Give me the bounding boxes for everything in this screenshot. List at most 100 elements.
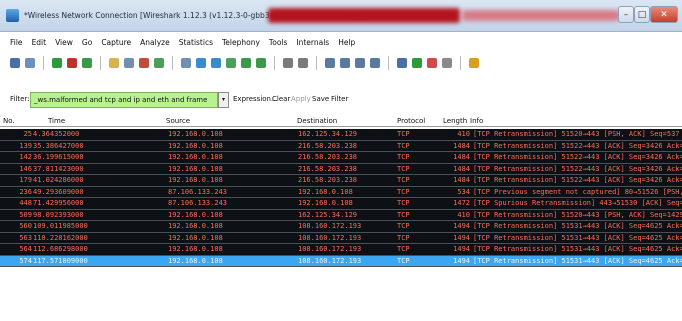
packet-cell-proto: TCP	[397, 233, 410, 242]
filter-button[interactable]: Filter	[331, 95, 348, 103]
open-file-icon[interactable]	[109, 58, 119, 68]
packet-row[interactable]: 236 49.293609000 87.106.133.243 192.168.0.1…	[0, 186, 682, 198]
packet-cell-info: [TCP Previous segment not captured] 80→5…	[473, 187, 682, 196]
menu-item-go[interactable]: Go	[82, 36, 92, 50]
column-header-protocol[interactable]: Protocol	[397, 117, 425, 125]
display-filters-icon[interactable]	[412, 58, 422, 68]
packet-cell-len: 1484	[453, 176, 470, 184]
start-capture-icon[interactable]	[52, 58, 62, 68]
column-header-no[interactable]: No.	[3, 117, 15, 125]
menu-item-edit[interactable]: Edit	[32, 36, 47, 50]
packet-cell-proto: TCP	[397, 199, 410, 207]
packet-cell-proto: TCP	[397, 187, 410, 196]
find-packet-icon[interactable]	[181, 58, 191, 68]
packet-cell-len: 1494	[453, 222, 470, 230]
menu-item-tools[interactable]: Tools	[269, 36, 287, 50]
column-header-destination[interactable]: Destination	[297, 117, 337, 125]
packet-row[interactable]: 563 110.228162000 192.168.0.108 108.160.172…	[0, 232, 682, 244]
maximize-button[interactable]: □	[634, 6, 650, 23]
filter-dropdown-button[interactable]: ▾	[218, 92, 229, 108]
minimize-button[interactable]: –	[618, 6, 634, 23]
save-filter-button[interactable]: Save	[312, 95, 329, 103]
close-file-icon[interactable]	[139, 58, 149, 68]
packet-cell-len: 1484	[453, 153, 470, 161]
go-forward-icon[interactable]	[211, 58, 221, 68]
packet-row[interactable]: 448 71.429956000 87.106.133.243 192.168.0.1…	[0, 198, 682, 210]
packet-cell-dst: 192.168.0.108	[298, 199, 353, 207]
expression-button[interactable]: Expression...	[233, 95, 278, 103]
packet-row[interactable]: 179 41.024286000 192.168.0.108 216.58.203.2…	[0, 175, 682, 187]
menu-item-file[interactable]: File	[10, 36, 23, 50]
packet-cell-time: 37.811423000	[33, 164, 84, 173]
packet-cell-no: 564	[19, 245, 32, 253]
menu-item-statistics[interactable]: Statistics	[179, 36, 213, 50]
go-to-packet-icon[interactable]	[226, 58, 236, 68]
colorize-icon[interactable]	[283, 58, 293, 68]
packet-cell-info: [TCP Retransmission] 51531→443 [ACK] Seq…	[473, 233, 682, 242]
packet-cell-info: [TCP Retransmission] 51522→443 [ACK] Seq…	[473, 141, 682, 150]
capture-options-icon[interactable]	[25, 58, 35, 68]
save-file-icon[interactable]	[124, 58, 134, 68]
zoom-in-icon[interactable]	[325, 58, 335, 68]
go-last-icon[interactable]	[256, 58, 266, 68]
packet-row[interactable]: 560 109.011985000 192.168.0.108 108.160.172…	[0, 221, 682, 233]
clear-button[interactable]: Clear	[272, 95, 290, 103]
packet-row[interactable]: 146 37.811423000 192.168.0.108 216.58.203.2…	[0, 163, 682, 175]
zoom-out-icon[interactable]	[340, 58, 350, 68]
apply-button[interactable]: Apply	[291, 95, 311, 103]
column-header-info[interactable]: Info	[470, 117, 483, 125]
packet-cell-no: 139	[19, 141, 32, 150]
packet-cell-info: [TCP Retransmission] 51531→443 [ACK] Seq…	[473, 222, 682, 230]
menu-item-analyze[interactable]: Analyze	[140, 36, 170, 50]
main-toolbar	[0, 52, 682, 74]
display-filter-input[interactable]: _ws.malformed and tcp and ip and eth and…	[30, 92, 218, 108]
packet-cell-no: 142	[19, 153, 32, 161]
packet-cell-src: 87.106.133.243	[168, 187, 228, 196]
packet-cell-proto: TCP	[397, 176, 410, 184]
packet-cell-len: 410	[457, 130, 470, 138]
packet-row[interactable]: 25 4.364352000 192.168.0.108 162.125.34.129…	[0, 129, 682, 141]
restart-capture-icon[interactable]	[82, 58, 92, 68]
go-back-icon[interactable]	[196, 58, 206, 68]
packet-row[interactable]: 509 98.092393000 192.168.0.108 162.125.34.1…	[0, 209, 682, 221]
zoom-normal-icon[interactable]	[355, 58, 365, 68]
column-header-length[interactable]: Length	[443, 117, 467, 125]
close-button[interactable]: ✕	[650, 6, 678, 23]
column-header-source[interactable]: Source	[166, 117, 190, 125]
packet-row[interactable]: 564 112.686298000 192.168.0.108 108.160.172…	[0, 244, 682, 256]
toolbar-separator	[388, 56, 389, 70]
packet-cell-len: 1494	[453, 233, 470, 242]
menu-item-internals[interactable]: Internals	[296, 36, 329, 50]
packet-cell-src: 192.168.0.108	[168, 164, 223, 173]
go-first-icon[interactable]	[241, 58, 251, 68]
packet-cell-src: 192.168.0.108	[168, 130, 223, 138]
packet-cell-time: 117.571809000	[33, 256, 88, 265]
interface-list-icon[interactable]	[10, 58, 20, 68]
packet-cell-dst: 108.160.172.193	[298, 256, 362, 265]
auto-scroll-icon[interactable]	[298, 58, 308, 68]
packet-cell-proto: TCP	[397, 164, 410, 173]
column-header-time[interactable]: Time	[48, 117, 65, 125]
packet-row[interactable]: 142 36.199615000 192.168.0.108 216.58.203.2…	[0, 152, 682, 164]
packet-row[interactable]: 574 117.571809000 192.168.0.108 108.160.172…	[0, 255, 682, 267]
title-bar[interactable]: *Wireless Network Connection [Wireshark …	[0, 0, 682, 32]
filter-toolbar: Filter: _ws.malformed and tcp and ip and…	[0, 92, 682, 108]
coloring-rules-icon[interactable]	[427, 58, 437, 68]
resize-columns-icon[interactable]	[370, 58, 380, 68]
filter-label: Filter:	[10, 95, 30, 103]
packet-cell-time: 35.386427000	[33, 141, 84, 150]
menu-item-telephony[interactable]: Telephony	[222, 36, 260, 50]
packet-row[interactable]: 139 35.386427000 192.168.0.108 216.58.203.2…	[0, 140, 682, 152]
packet-cell-dst: 162.125.34.129	[298, 210, 358, 219]
capture-filters-icon[interactable]	[397, 58, 407, 68]
reload-icon[interactable]	[154, 58, 164, 68]
packet-cell-src: 192.168.0.108	[168, 233, 223, 242]
menu-item-view[interactable]: View	[55, 36, 73, 50]
menu-item-capture[interactable]: Capture	[101, 36, 131, 50]
preferences-icon[interactable]	[442, 58, 452, 68]
packet-cell-src: 192.168.0.108	[168, 153, 223, 161]
help-icon[interactable]	[469, 58, 479, 68]
stop-capture-icon[interactable]	[67, 58, 77, 68]
packet-cell-info: [TCP Spurious Retransmission] 443→51530 …	[473, 199, 682, 207]
menu-item-help[interactable]: Help	[338, 36, 355, 50]
